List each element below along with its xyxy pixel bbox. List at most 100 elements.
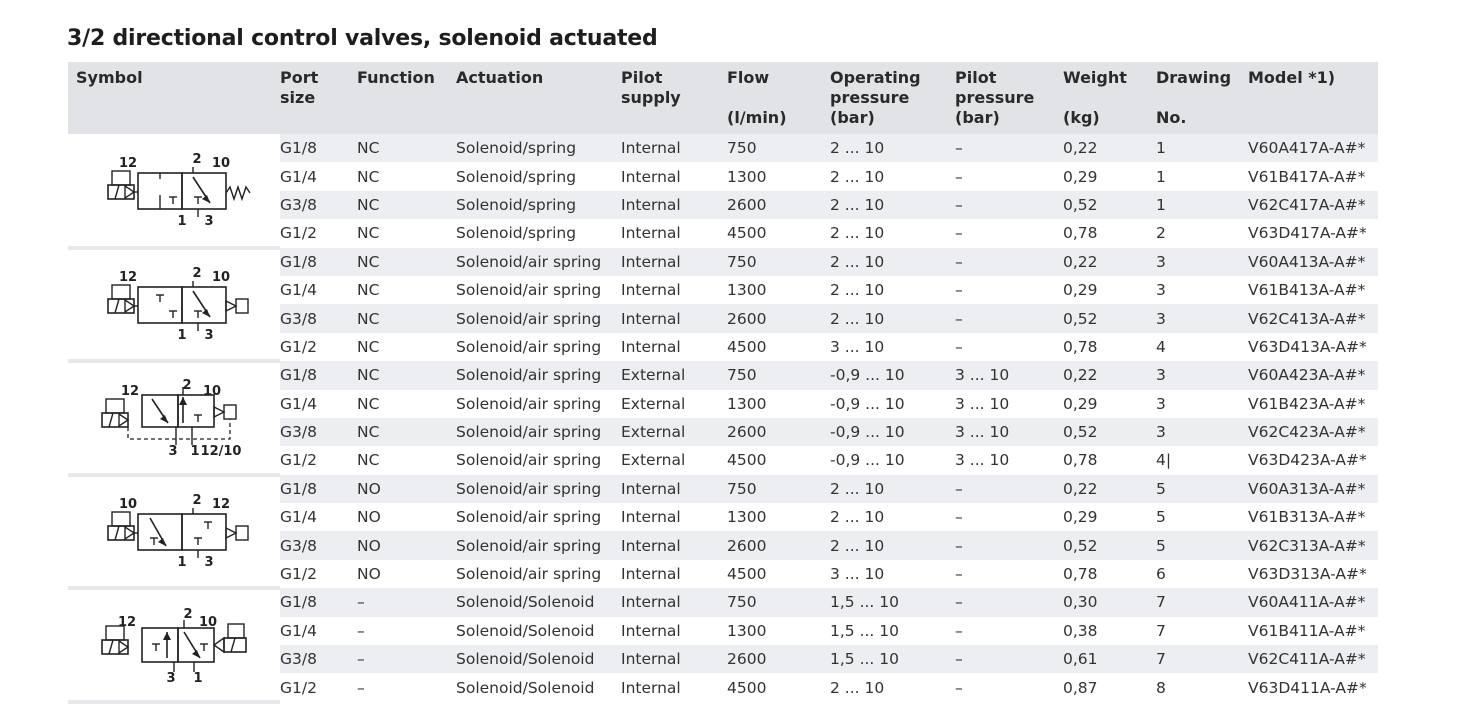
cell-flow: 1300 [727, 503, 830, 532]
cell-operating-pressure: 2 ... 10 [830, 134, 955, 163]
cell-weight: 0,22 [1063, 247, 1156, 276]
cell-drawing: 8 [1156, 673, 1248, 702]
cell-function: NC [357, 389, 456, 418]
header-model: Model *1) [1248, 62, 1378, 134]
cell-model: V61B417A-A#* [1248, 162, 1378, 191]
cell-drawing: 3 [1156, 389, 1248, 418]
symbol-label: 10 [212, 156, 230, 171]
cell-function: NC [357, 134, 456, 163]
cell-weight: 0,22 [1063, 474, 1156, 504]
cell-model: V60A413A-A#* [1248, 247, 1378, 276]
cell-pilot-pressure: – [955, 673, 1063, 702]
cell-drawing: 5 [1156, 503, 1248, 532]
cell-pilot-pressure: – [955, 616, 1063, 646]
symbol-label: 1 [177, 555, 186, 570]
cell-drawing: 7 [1156, 616, 1248, 646]
cell-operating-pressure: 2 ... 10 [830, 673, 955, 702]
cell-port-size: G3/8 [280, 304, 357, 333]
cell-pilot-supply: Internal [621, 673, 727, 702]
cell-operating-pressure: 3 ... 10 [830, 559, 955, 589]
cell-pilot-supply: External [621, 361, 727, 390]
cell-weight: 0,29 [1063, 503, 1156, 532]
header-row: Symbol Port size Function Actuation Pilot… [68, 62, 1378, 134]
valve-symbol-nc-air-spring-icon: 12 2 10 1 3 [107, 266, 249, 343]
cell-actuation: Solenoid/air spring [456, 446, 621, 475]
cell-port-size: G1/4 [280, 275, 357, 305]
cell-actuation: Solenoid/air spring [456, 474, 621, 504]
cell-weight: 0,38 [1063, 616, 1156, 646]
cell-model: V61B313A-A#* [1248, 503, 1378, 532]
cell-pilot-pressure: – [955, 219, 1063, 248]
cell-flow: 750 [727, 474, 830, 504]
cell-pilot-supply: Internal [621, 304, 727, 333]
cell-actuation: Solenoid/air spring [456, 247, 621, 276]
cell-pilot-pressure: – [955, 247, 1063, 276]
cell-actuation: Solenoid/air spring [456, 559, 621, 589]
cell-pilot-supply: Internal [621, 503, 727, 532]
cell-function: – [357, 673, 456, 702]
cell-operating-pressure: 3 ... 10 [830, 332, 955, 362]
cell-operating-pressure: -0,9 ... 10 [830, 446, 955, 475]
valve-symbol-no-air-spring-icon: 10 2 12 1 3 [107, 493, 249, 570]
cell-flow: 1300 [727, 616, 830, 646]
cell-drawing: 4 [1156, 332, 1248, 362]
cell-drawing: 7 [1156, 588, 1248, 617]
cell-function: – [357, 588, 456, 617]
cell-pilot-supply: Internal [621, 531, 727, 560]
symbol-label: 2 [182, 378, 191, 393]
cell-weight: 0,29 [1063, 275, 1156, 305]
cell-actuation: Solenoid/air spring [456, 417, 621, 447]
cell-drawing: 7 [1156, 645, 1248, 674]
cell-flow: 4500 [727, 673, 830, 702]
cell-pilot-supply: Internal [621, 332, 727, 362]
symbol-label: 10 [203, 384, 221, 399]
cell-operating-pressure: 2 ... 10 [830, 219, 955, 248]
cell-operating-pressure: 2 ... 10 [830, 503, 955, 532]
cell-drawing: 5 [1156, 531, 1248, 560]
cell-operating-pressure: -0,9 ... 10 [830, 417, 955, 447]
cell-pilot-supply: Internal [621, 219, 727, 248]
cell-model: V63D423A-A#* [1248, 446, 1378, 475]
cell-function: NC [357, 304, 456, 333]
symbol-label: 12 [118, 615, 136, 630]
header-pilot-pressure: Pilot pressure (bar) [955, 62, 1063, 134]
cell-pilot-supply: Internal [621, 588, 727, 617]
cell-function: NC [357, 247, 456, 276]
table-row: 12 2 10 3 1 G1/8– Solenoid/Solenoid Internal 750… [68, 588, 1378, 704]
page-title: 3/2 directional control valves, solenoid… [67, 26, 658, 51]
cell-pilot-pressure: – [955, 332, 1063, 362]
header-pilot-supply: Pilot supply [621, 62, 727, 134]
cell-flow: 1300 [727, 389, 830, 418]
cell-weight: 0,87 [1063, 673, 1156, 702]
cell-model: V60A423A-A#* [1248, 361, 1378, 390]
cell-actuation: Solenoid/Solenoid [456, 673, 621, 702]
symbol-cell: 10 2 12 1 3 [68, 474, 280, 591]
cell-pilot-supply: External [621, 389, 727, 418]
cell-actuation: Solenoid/air spring [456, 389, 621, 418]
cell-drawing: 1 [1156, 190, 1248, 220]
cell-drawing: 1 [1156, 162, 1248, 191]
cell-drawing: 3 [1156, 361, 1248, 390]
cell-weight: 0,52 [1063, 190, 1156, 220]
cell-actuation: Solenoid/Solenoid [456, 616, 621, 646]
cell-operating-pressure: 1,5 ... 10 [830, 645, 955, 674]
cell-function: – [357, 645, 456, 674]
cell-weight: 0,29 [1063, 389, 1156, 418]
cell-function: NC [357, 361, 456, 390]
cell-pilot-supply: Internal [621, 247, 727, 276]
cell-drawing: 2 [1156, 219, 1248, 248]
symbol-label: 12 [119, 270, 137, 285]
cell-model: V62C313A-A#* [1248, 531, 1378, 560]
cell-port-size: G3/8 [280, 417, 357, 447]
symbol-label: 1 [193, 671, 202, 686]
cell-port-size: G1/2 [280, 219, 357, 248]
cell-drawing: 3 [1156, 275, 1248, 305]
cell-weight: 0,78 [1063, 332, 1156, 362]
cell-port-size: G1/4 [280, 162, 357, 191]
cell-flow: 2600 [727, 304, 830, 333]
cell-flow: 2600 [727, 190, 830, 220]
cell-function: NC [357, 275, 456, 305]
symbol-label: 3 [204, 328, 213, 343]
cell-actuation: Solenoid/air spring [456, 275, 621, 305]
cell-pilot-supply: Internal [621, 645, 727, 674]
